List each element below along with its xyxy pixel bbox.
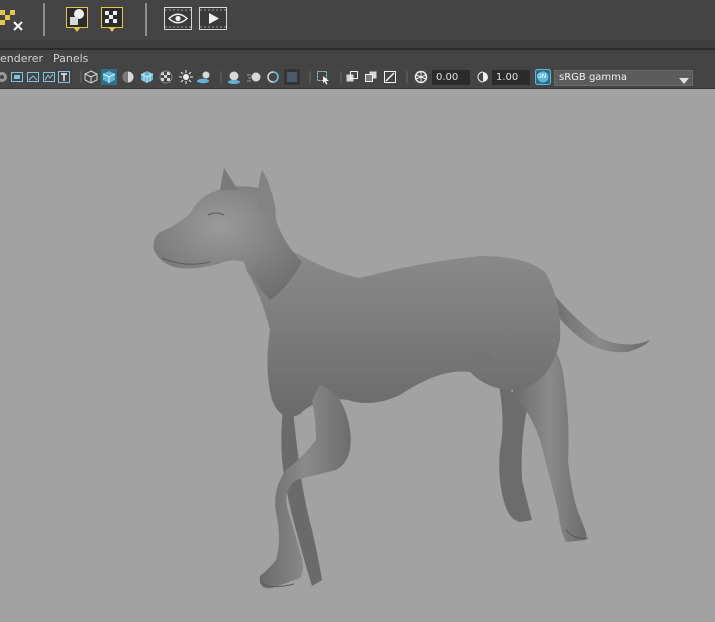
motion-blur-icon[interactable] (246, 69, 262, 85)
render-view-eye-icon[interactable] (164, 7, 192, 34)
xray-icon[interactable] (344, 69, 360, 85)
screen-space-ao-icon[interactable] (226, 69, 242, 85)
render-current-frame-icon[interactable] (199, 7, 227, 34)
exposure-field[interactable]: 0.00 (432, 70, 470, 85)
color-management-toggle[interactable]: ON (535, 69, 551, 85)
use-all-lights-icon[interactable] (178, 69, 194, 85)
shelf-spacer (0, 40, 715, 48)
wireframe-on-shaded-icon[interactable] (139, 69, 155, 85)
backface-culling-icon[interactable] (382, 69, 398, 85)
shadows-icon[interactable] (196, 69, 212, 85)
gamma-icon[interactable] (475, 69, 491, 85)
chevron-down-icon (679, 75, 689, 88)
isolate-select-icon[interactable] (315, 69, 331, 85)
shelf (0, 0, 715, 40)
assign-material-icon[interactable] (66, 7, 88, 36)
panel-menubar: enderer Panels (0, 50, 715, 68)
dog-model[interactable] (0, 89, 715, 622)
maya-window: enderer Panels 0.00 1.00 ON sRGB gamma (0, 0, 715, 622)
shelf-separator (145, 3, 147, 36)
title-safe-icon[interactable] (56, 69, 72, 85)
xray-joints-icon[interactable] (363, 69, 379, 85)
default-material-icon[interactable] (120, 69, 136, 85)
panel-toolbar: 0.00 1.00 ON sRGB gamma (0, 68, 715, 89)
menu-renderer[interactable]: enderer (0, 52, 43, 65)
menu-panels[interactable]: Panels (53, 52, 88, 65)
color-management-badge: ON (537, 73, 547, 80)
film-gate-icon[interactable] (9, 69, 25, 85)
shelf-separator (43, 3, 45, 36)
depth-of-field-icon[interactable] (284, 69, 300, 85)
gamma-field[interactable]: 1.00 (492, 70, 530, 85)
smooth-shade-cube-icon[interactable] (101, 69, 117, 85)
checker-texture-icon[interactable] (101, 7, 123, 36)
gate-mask-icon[interactable] (41, 69, 57, 85)
anti-aliasing-icon[interactable] (265, 69, 281, 85)
delete-history-icon[interactable] (0, 6, 26, 37)
exposure-icon[interactable] (413, 69, 429, 85)
textured-icon[interactable] (158, 69, 174, 85)
wireframe-cube-icon[interactable] (83, 69, 99, 85)
view-transform-value: sRGB gamma (559, 72, 628, 83)
viewport-3d[interactable] (0, 89, 715, 622)
resolution-gate-icon[interactable] (25, 69, 41, 85)
view-transform-dropdown[interactable]: sRGB gamma (554, 70, 693, 86)
